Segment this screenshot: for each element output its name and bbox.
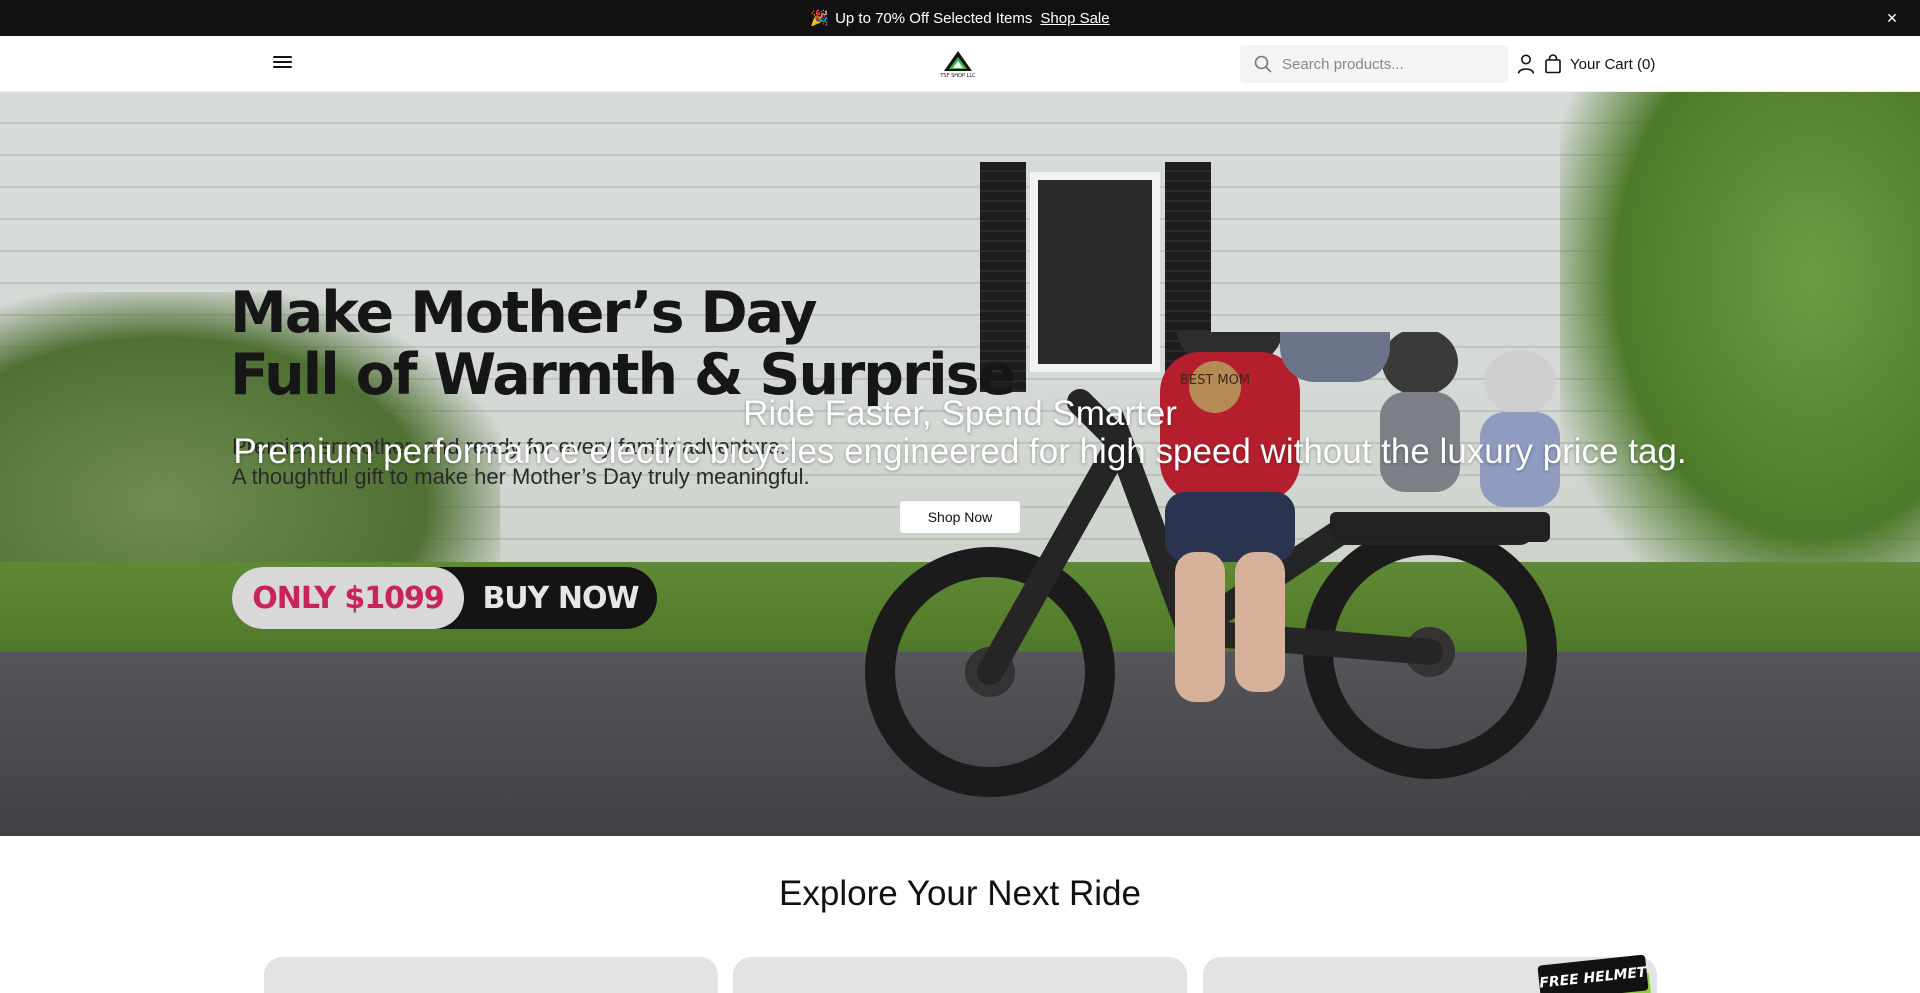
site-header: TSF SHOP LLC Your Cart (0) — [0, 36, 1920, 92]
logo-text: TSF SHOP LLC — [939, 73, 976, 79]
promo-title-line: Make Mother’s Day — [230, 280, 818, 346]
party-icon: 🎉 — [810, 10, 830, 27]
promo-buy-label: BUY NOW — [482, 580, 639, 616]
search-icon — [1254, 55, 1272, 73]
announcement-text: Up to 70% Off Selected Items — [835, 9, 1033, 27]
cart-label: Your Cart (0) — [1570, 55, 1656, 73]
shopping-bag-icon — [1545, 54, 1561, 74]
promo-price-label: ONLY $1099 — [232, 567, 464, 629]
menu-icon[interactable] — [272, 53, 294, 75]
shop-now-button[interactable]: Shop Now — [899, 500, 1021, 534]
announcement-bar: 🎉 Up to 70% Off Selected Items Shop Sale… — [0, 0, 1920, 36]
promo-title: Make Mother’s Day Full of Warmth & Surpr… — [230, 280, 1016, 406]
shop-sale-link[interactable]: Shop Sale — [1040, 10, 1109, 27]
hero-subheading: Premium performance electric bicycles en… — [233, 432, 1687, 471]
hero-banner[interactable]: BEST MOM Make Mother’s Day Full of Warmt… — [0, 92, 1920, 836]
promo-buy-now-pill[interactable]: ONLY $1099 BUY NOW — [232, 567, 657, 629]
collection-card[interactable] — [264, 957, 718, 993]
collection-card[interactable] — [733, 957, 1187, 993]
cart-button[interactable]: Your Cart (0) — [1544, 52, 1655, 76]
account-icon[interactable] — [1516, 53, 1536, 75]
section-title: Explore Your Next Ride — [779, 874, 1141, 913]
site-logo[interactable]: TSF SHOP LLC — [936, 49, 980, 79]
medal-text: BEST MOM — [1180, 373, 1250, 388]
hero-heading: Ride Faster, Spend Smarter — [743, 394, 1177, 433]
search-box[interactable] — [1240, 45, 1508, 83]
logo-mark-icon: TSF SHOP LLC — [939, 51, 976, 79]
close-icon[interactable]: ✕ — [1882, 8, 1902, 28]
search-input[interactable] — [1282, 55, 1492, 73]
